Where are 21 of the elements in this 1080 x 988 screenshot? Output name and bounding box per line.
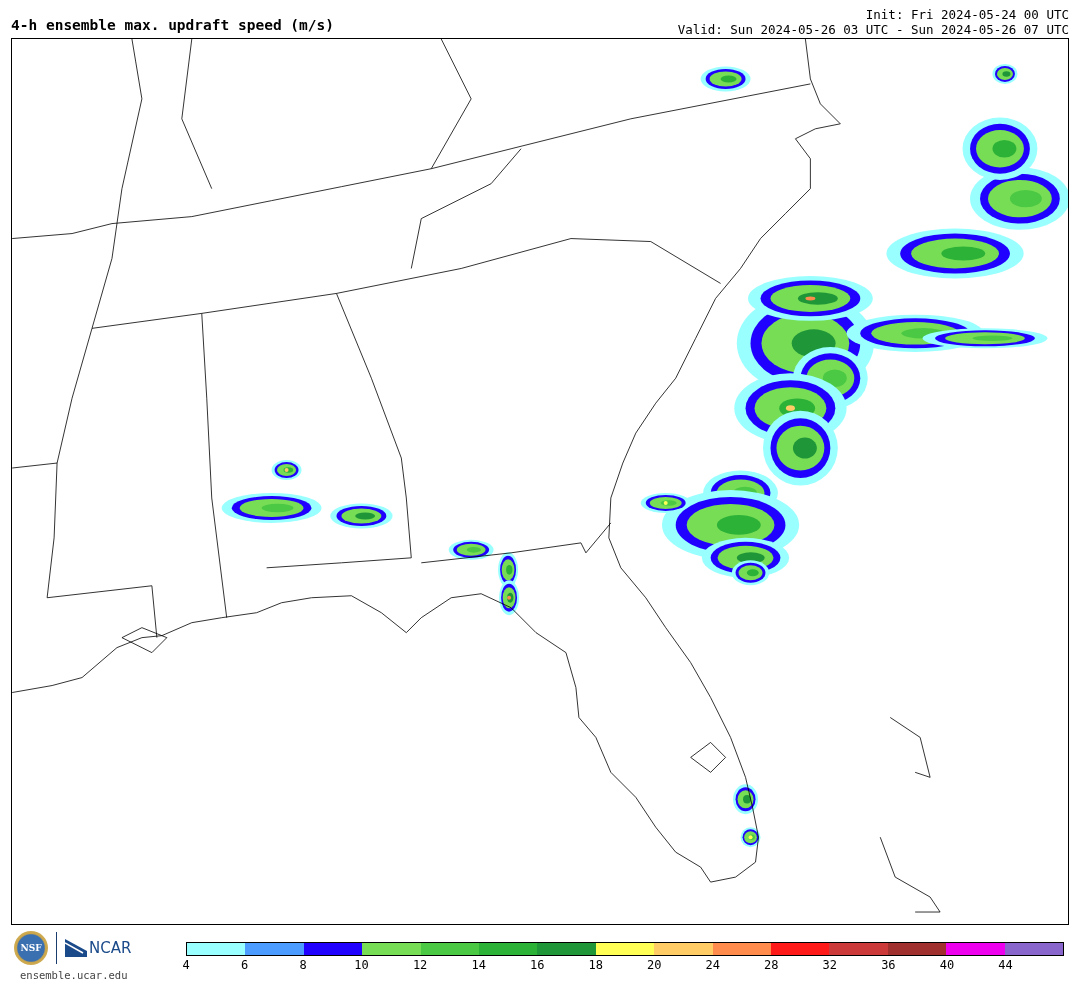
nsf-logo: NSF: [14, 931, 48, 965]
scale-tick-label: 8: [299, 958, 307, 972]
valid-time: Valid: Sun 2024-05-26 03 UTC - Sun 2024-05-26 07 UTC: [677, 22, 1069, 37]
scale-tick-label: 24: [705, 958, 720, 972]
scale-tick-label: 12: [412, 958, 428, 972]
scale-tick-label: 32: [822, 958, 838, 972]
website-url: ensemble.ucar.edu: [19, 969, 128, 981]
scale-tick-label: 18: [588, 958, 603, 972]
scale-tick-label: 36: [881, 958, 896, 972]
scale-tick-label: 14: [471, 958, 486, 972]
scale-tick-label: 10: [354, 958, 369, 972]
scale-tick-label: 28: [764, 958, 779, 972]
scale-tick-label: 16: [529, 958, 545, 972]
plot-title: 4-h ensemble max. updraft speed (m/s): [11, 17, 334, 35]
scale-tick-label: 4: [182, 958, 190, 972]
ncar-logo: NCAR: [65, 939, 132, 957]
init-time: Init: Fri 2024-05-24 00 UTC: [865, 7, 1069, 22]
scale-tick-label: 6: [240, 958, 249, 972]
scale-tick-label: 40: [939, 958, 955, 972]
scale-tick-label: 20: [647, 958, 662, 972]
scale-tick-label: 44: [998, 958, 1013, 972]
